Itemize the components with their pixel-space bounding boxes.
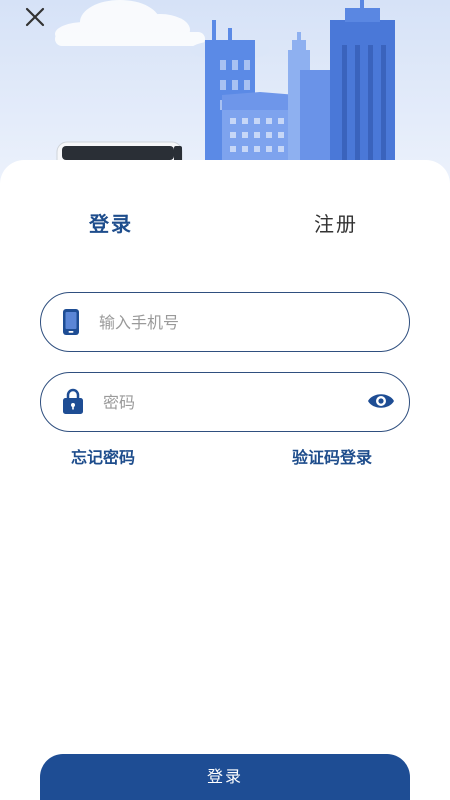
- password-input[interactable]: [103, 387, 353, 417]
- phone-field[interactable]: [40, 292, 410, 352]
- lock-icon: [63, 388, 83, 418]
- tab-register[interactable]: 注册: [314, 208, 358, 237]
- password-field[interactable]: [40, 372, 410, 432]
- tab-login[interactable]: 登录: [89, 208, 133, 237]
- login-card: [0, 160, 450, 800]
- close-icon[interactable]: [22, 4, 48, 30]
- eye-icon[interactable]: [367, 391, 395, 415]
- code-login-link[interactable]: 验证码登录: [292, 444, 372, 468]
- cloud-graphic: [55, 0, 205, 46]
- forgot-password-link[interactable]: 忘记密码: [71, 444, 135, 468]
- close-button[interactable]: [22, 4, 48, 30]
- login-button[interactable]: 登录: [40, 754, 410, 800]
- buildings-graphic: [205, 0, 395, 180]
- phone-input[interactable]: [99, 307, 389, 337]
- mobile-phone-icon: [63, 309, 79, 339]
